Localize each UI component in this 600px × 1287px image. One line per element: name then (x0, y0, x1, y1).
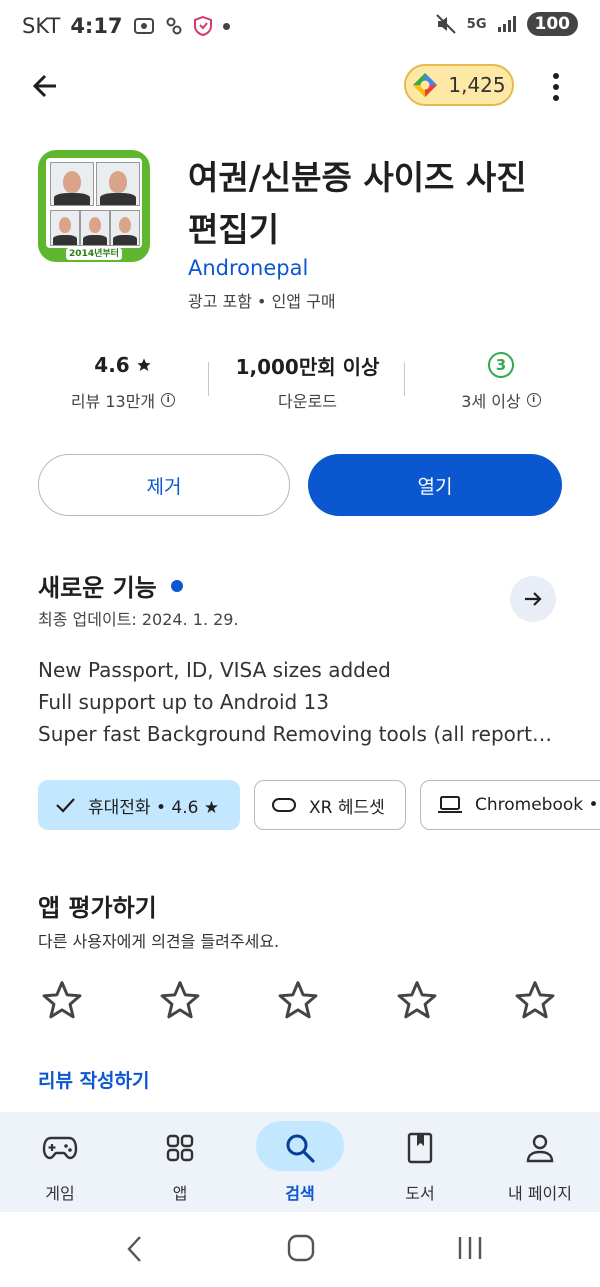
whats-new-line: Super fast Background Removing tools (al… (38, 722, 558, 746)
star-outline-icon[interactable] (40, 978, 84, 1022)
rating-value: 4.6 (94, 353, 130, 377)
carrier-label: SKT (22, 14, 61, 38)
downloads-value: 1,000만회 이상 (235, 354, 380, 379)
nav-label: 앱 (172, 1184, 188, 1203)
star-outline-icon[interactable] (395, 978, 439, 1022)
chip-label: Chromebook • (475, 795, 599, 815)
system-home-icon[interactable] (287, 1234, 315, 1262)
whats-new-title: 새로운 기능 (38, 574, 157, 602)
signal-icon (497, 16, 516, 32)
whats-new-header: 새로운 기능 (38, 568, 183, 603)
whats-new-line: New Passport, ID, VISA sizes added (38, 658, 391, 682)
person-icon (526, 1134, 554, 1163)
book-icon (407, 1132, 433, 1164)
info-icon: i (161, 393, 176, 407)
age-rating-label: 3세 이상 (461, 392, 521, 411)
nav-label: 도서 (405, 1184, 435, 1203)
new-indicator-dot (170, 579, 183, 592)
write-review-link[interactable]: 리뷰 작성하기 (38, 1066, 150, 1093)
star-filled-icon (137, 358, 151, 371)
nav-books[interactable]: 도서 (360, 1112, 480, 1212)
nav-search[interactable]: 검색 (240, 1112, 360, 1212)
rate-app-subtitle: 다른 사용자에게 의견을 들려주세요. (38, 932, 280, 951)
gamepad-icon (42, 1136, 78, 1160)
nav-profile[interactable]: 내 페이지 (480, 1112, 600, 1212)
xr-headset-icon (272, 798, 296, 812)
divider (208, 362, 209, 396)
mute-icon (436, 14, 456, 34)
content-rating-stat[interactable]: 3 3세 이상 i (406, 350, 596, 412)
star-outline-icon[interactable] (158, 978, 202, 1022)
downloads-label: 다운로드 (278, 392, 337, 411)
app-title: 여권/신분증 사이즈 사진 편집기 (188, 158, 527, 249)
reviews-count: 리뷰 13만개 (70, 392, 156, 411)
open-button[interactable]: 열기 (308, 454, 562, 516)
more-options-button[interactable] (546, 70, 566, 104)
check-icon (56, 798, 75, 813)
chip-chromebook[interactable]: Chromebook • (420, 780, 600, 830)
play-points-icon (413, 73, 438, 97)
screenshot-icon (133, 18, 154, 34)
icon-badge-label: 2014년부터 (66, 248, 122, 260)
developer-link[interactable]: Andronepal (188, 256, 308, 280)
info-icon: i (526, 393, 541, 407)
whats-new-body[interactable]: New Passport, ID, VISA sizes added Full … (38, 654, 578, 750)
rating-stat[interactable]: 4.6 리뷰 13만개 i (38, 350, 208, 412)
arrow-forward-icon (525, 592, 542, 606)
nav-games[interactable]: 게임 (0, 1112, 120, 1212)
clock: 4:17 (70, 14, 123, 38)
star-outline-icon[interactable] (513, 978, 557, 1022)
nav-apps[interactable]: 앱 (120, 1112, 240, 1212)
chip-phone[interactable]: 휴대전화 • 4.6 ★ (38, 780, 240, 830)
bottom-navigation: 게임 앱 검색 도서 내 페이지 (0, 1112, 600, 1212)
nav-label: 게임 (45, 1184, 75, 1203)
link-icon (166, 17, 182, 35)
nav-label: 검색 (285, 1184, 315, 1203)
points-value: 1,425 (448, 73, 506, 97)
whats-new-expand-button[interactable] (510, 576, 556, 622)
arrow-back-icon (32, 74, 56, 98)
system-navigation-bar (0, 1212, 600, 1287)
chip-label: XR 헤드셋 (309, 797, 385, 818)
last-updated: 최종 업데이트: 2024. 1. 29. (38, 610, 239, 629)
status-bar: SKT 4:17 5G 100 (0, 0, 600, 54)
back-button[interactable] (26, 66, 66, 106)
battery-indicator: 100 (526, 12, 578, 36)
network-type: 5G (466, 16, 487, 32)
play-points-badge[interactable]: 1,425 (404, 64, 514, 106)
chip-label: 휴대전화 • 4.6 ★ (88, 797, 220, 818)
notification-dot-icon (222, 22, 230, 30)
chip-xr-headset[interactable]: XR 헤드셋 (254, 780, 406, 830)
search-icon (286, 1134, 315, 1163)
divider (404, 362, 405, 396)
more-vert-icon (553, 73, 559, 101)
shield-icon (193, 15, 212, 37)
uninstall-button[interactable]: 제거 (38, 454, 290, 516)
star-outline-icon[interactable] (276, 978, 320, 1022)
nav-label: 내 페이지 (508, 1184, 572, 1203)
system-back-icon[interactable] (124, 1234, 146, 1264)
downloads-stat: 1,000만회 이상 다운로드 (210, 350, 405, 412)
system-recents-icon[interactable] (456, 1234, 484, 1262)
app-meta: 광고 포함 • 인앱 구매 (188, 292, 336, 311)
rate-app-title: 앱 평가하기 (38, 894, 157, 922)
apps-grid-icon (166, 1134, 194, 1162)
whats-new-line: Full support up to Android 13 (38, 690, 329, 714)
app-icon: 2014년부터 (38, 150, 150, 262)
laptop-icon (438, 796, 462, 813)
age-rating-badge: 3 (488, 352, 514, 378)
